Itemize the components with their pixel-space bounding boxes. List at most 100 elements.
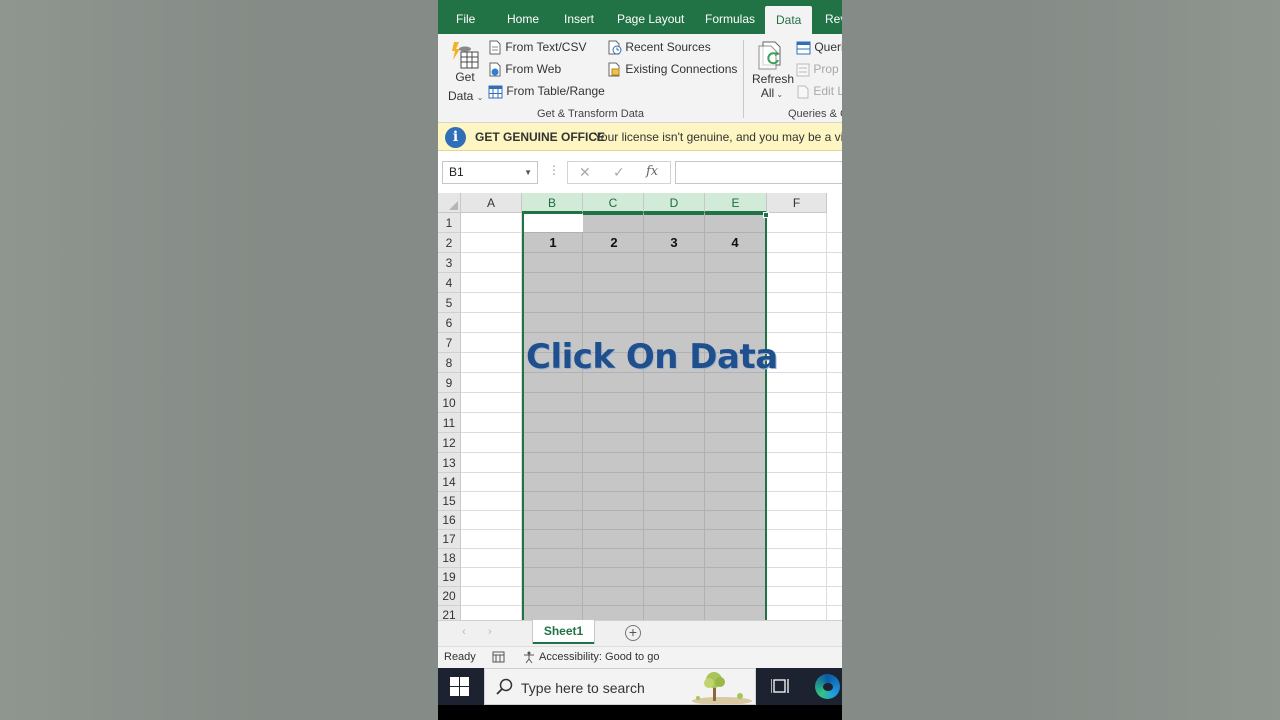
column-header-d[interactable]: D — [644, 193, 705, 213]
row-header-11[interactable]: 11 — [438, 413, 461, 433]
chevron-down-icon: ⌄ — [476, 93, 484, 102]
enter-icon[interactable]: ✓ — [613, 164, 625, 181]
selection-row-gridline — [524, 510, 765, 511]
get-data-icon — [452, 42, 479, 69]
row-header-21[interactable]: 21 — [438, 606, 461, 620]
selection-row-gridline — [524, 586, 765, 587]
insert-function-icon[interactable]: fx — [646, 164, 658, 179]
row-header-6[interactable]: 6 — [438, 313, 461, 333]
worksheet-grid[interactable]: ABCDEF 1 2 3 4 5 6 7 8 9 10 11 12 13 14 15 16 17 18 19 20 21… — [438, 193, 842, 620]
tab-file[interactable]: File — [456, 0, 475, 34]
tab-home[interactable]: Home — [507, 0, 539, 34]
refresh-all-button[interactable]: Refresh All ⌄ — [752, 40, 794, 102]
selection-column-gridline — [582, 213, 583, 620]
tab-review[interactable]: Rev — [825, 0, 842, 34]
selection-row-gridline — [524, 567, 765, 568]
scroll-left-icon[interactable]: ‹ — [462, 626, 466, 638]
column-header-e[interactable]: E — [705, 193, 767, 213]
row-header-13[interactable]: 13 — [438, 453, 461, 473]
ribbon-data-panel: Get Data ⌄ From Text/CSV From Web From T… — [438, 34, 842, 123]
scroll-right-icon[interactable]: › — [488, 626, 492, 638]
row-header-9[interactable]: 9 — [438, 373, 461, 393]
existing-connections-icon — [608, 62, 620, 77]
row-header-17[interactable]: 17 — [438, 530, 461, 549]
properties-label: Prop — [813, 62, 839, 76]
license-title: GET GENUINE OFFICE — [475, 130, 606, 144]
more-options-icon[interactable]: ⋮ — [548, 163, 560, 177]
queries-group-label: Queries & C — [788, 108, 842, 120]
table-icon — [488, 85, 503, 99]
refresh-icon — [758, 41, 781, 70]
ribbon-group-divider — [743, 40, 744, 118]
recent-sources-label: Recent Sources — [625, 40, 711, 54]
tab-page-layout[interactable]: Page Layout — [617, 0, 684, 34]
active-cell-b1[interactable] — [524, 214, 583, 232]
row-header-2[interactable]: 2 — [438, 233, 461, 253]
formula-input[interactable] — [675, 161, 842, 184]
search-placeholder: Type here to search — [521, 680, 645, 696]
row-header-3[interactable]: 3 — [438, 253, 461, 273]
edit-links-label: Edit L — [813, 84, 842, 98]
queries-label: Queri — [814, 40, 842, 54]
cell-d2[interactable]: 3 — [644, 233, 704, 253]
properties-button[interactable]: Prop — [796, 62, 839, 77]
search-highlight-tree-icon — [692, 672, 752, 704]
row-header-10[interactable]: 10 — [438, 393, 461, 413]
queries-connections-button[interactable]: Queri — [796, 40, 842, 55]
properties-icon — [796, 63, 810, 77]
column-header-b[interactable]: B — [522, 193, 583, 213]
sheet-tab-sheet1[interactable]: Sheet1 — [533, 620, 594, 644]
chevron-down-icon[interactable]: ▼ — [524, 162, 532, 183]
column-header-a[interactable]: A — [461, 193, 522, 213]
get-data-label-2[interactable]: Data ⌄ — [448, 89, 483, 103]
selection-column-gridline — [643, 213, 644, 620]
selection-row-gridline — [524, 452, 765, 453]
selection-row-gridline — [524, 432, 765, 433]
existing-connections-label: Existing Connections — [625, 62, 738, 76]
row-header-7[interactable]: 7 — [438, 333, 461, 353]
column-header-f[interactable]: F — [767, 193, 827, 213]
row-header-4[interactable]: 4 — [438, 273, 461, 293]
selection-row-gridline — [524, 412, 765, 413]
row-header-12[interactable]: 12 — [438, 433, 461, 453]
cancel-icon[interactable]: ✕ — [579, 164, 591, 181]
add-sheet-icon[interactable]: + — [625, 625, 641, 641]
row-header-14[interactable]: 14 — [438, 473, 461, 492]
get-data-label-1: Get — [455, 70, 475, 84]
cell-c2[interactable]: 2 — [584, 233, 644, 253]
edit-links-button[interactable]: Edit L — [796, 84, 842, 99]
existing-connections-button[interactable]: Existing Connections — [607, 62, 737, 77]
formula-buttons: ✕ ✓ fx — [567, 161, 671, 184]
license-message[interactable]: Your license isn't genuine, and you may … — [594, 130, 842, 144]
tab-formulas[interactable]: Formulas — [705, 0, 755, 34]
recent-sources-button[interactable]: Recent Sources — [607, 40, 711, 55]
from-web-button[interactable]: From Web — [488, 62, 561, 77]
edge-browser-icon[interactable] — [815, 674, 840, 699]
cell-e2[interactable]: 4 — [705, 233, 765, 253]
name-box[interactable]: B1 ▼ — [442, 161, 538, 184]
row-header-19[interactable]: 19 — [438, 568, 461, 587]
row-header-5[interactable]: 5 — [438, 293, 461, 313]
tab-data[interactable]: Data — [765, 6, 813, 34]
row-header-18[interactable]: 18 — [438, 549, 461, 568]
tab-insert[interactable]: Insert — [564, 0, 594, 34]
accessibility-icon — [524, 651, 534, 664]
from-table-range-button[interactable]: From Table/Range — [488, 84, 605, 99]
selection-row-gridline — [524, 392, 765, 393]
selected-range[interactable] — [522, 213, 767, 620]
taskbar-search-box[interactable]: Type here to search — [484, 668, 756, 705]
task-view-icon[interactable] — [771, 677, 789, 695]
row-header-15[interactable]: 15 — [438, 492, 461, 511]
column-header-c[interactable]: C — [583, 193, 644, 213]
macro-record-icon[interactable] — [492, 651, 505, 663]
row-header-20[interactable]: 20 — [438, 587, 461, 606]
cell-b2[interactable]: 1 — [523, 233, 583, 253]
from-text-csv-button[interactable]: From Text/CSV — [488, 40, 586, 55]
accessibility-status[interactable]: Accessibility: Good to go — [539, 651, 659, 663]
row-header-16[interactable]: 16 — [438, 511, 461, 530]
row-header-8[interactable]: 8 — [438, 353, 461, 373]
row-header-1[interactable]: 1 — [438, 213, 461, 233]
fill-handle[interactable] — [763, 212, 769, 218]
select-all-corner[interactable] — [438, 193, 461, 213]
windows-start-icon[interactable] — [450, 677, 469, 696]
